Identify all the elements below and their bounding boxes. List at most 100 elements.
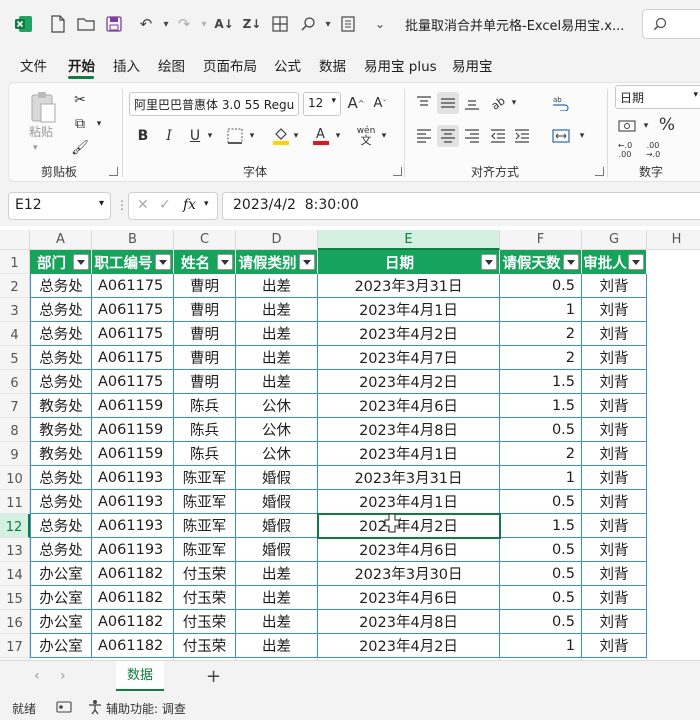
filter-dropdown-icon[interactable] bbox=[563, 254, 579, 270]
merge-center-icon[interactable] bbox=[549, 125, 573, 147]
row-header[interactable]: 15 bbox=[0, 586, 30, 610]
copy-icon[interactable]: ⧉ bbox=[69, 113, 91, 135]
column-header-g[interactable]: G bbox=[582, 230, 647, 250]
header-cell[interactable]: 请假类别 bbox=[236, 250, 318, 274]
table-cell[interactable]: 出差 bbox=[236, 346, 318, 370]
font-color-icon[interactable]: A bbox=[311, 123, 331, 147]
filter-dropdown-icon[interactable] bbox=[217, 254, 233, 270]
tab-insert[interactable]: 插入 bbox=[113, 55, 140, 75]
table-cell[interactable]: 2023年3月31日 bbox=[318, 466, 500, 490]
save-icon[interactable] bbox=[102, 12, 126, 36]
table-cell[interactable]: 刘背 bbox=[582, 322, 647, 346]
tab-page-layout[interactable]: 页面布局 bbox=[203, 55, 257, 75]
table-cell[interactable]: 刘背 bbox=[582, 370, 647, 394]
table-cell[interactable]: 付玉荣 bbox=[174, 610, 236, 634]
paste-icon[interactable] bbox=[23, 89, 63, 125]
table-cell[interactable]: 办公室 bbox=[30, 610, 92, 634]
row-header[interactable]: 17 bbox=[0, 634, 30, 658]
new-file-icon[interactable] bbox=[46, 12, 70, 36]
enter-icon[interactable]: ✓ bbox=[159, 197, 171, 213]
table-cell[interactable]: 陈兵 bbox=[174, 394, 236, 418]
table-cell[interactable]: 刘背 bbox=[582, 490, 647, 514]
row-header[interactable]: 2 bbox=[0, 274, 30, 298]
header-cell[interactable]: 姓名 bbox=[174, 250, 236, 274]
insert-function-icon[interactable]: fx bbox=[183, 197, 196, 213]
cancel-icon[interactable]: ✕ bbox=[137, 197, 149, 213]
underline-icon[interactable]: U bbox=[185, 125, 205, 147]
name-box-dropdown-icon[interactable]: ▾ bbox=[99, 198, 104, 209]
tab-data[interactable]: 数据 bbox=[319, 55, 346, 75]
table-cell[interactable]: 2023年4月1日 bbox=[318, 442, 500, 466]
increase-font-icon[interactable]: A ^ bbox=[347, 92, 365, 114]
table-cell[interactable]: 刘背 bbox=[582, 538, 647, 562]
sheet-tab-data[interactable]: 数据 bbox=[116, 661, 164, 691]
table-cell[interactable]: 刘背 bbox=[582, 298, 647, 322]
table-cell[interactable]: 办公室 bbox=[30, 562, 92, 586]
header-cell[interactable]: 部门 bbox=[30, 250, 92, 274]
table-cell[interactable]: 刘背 bbox=[582, 394, 647, 418]
table-cell[interactable]: 出差 bbox=[236, 298, 318, 322]
table-cell[interactable]: 公休 bbox=[236, 394, 318, 418]
select-all-corner[interactable] bbox=[0, 230, 30, 250]
wrap-text-icon[interactable]: ab bbox=[549, 92, 573, 114]
table-cell[interactable]: 陈兵 bbox=[174, 442, 236, 466]
table-cell[interactable]: 付玉荣 bbox=[174, 562, 236, 586]
fx-dropdown-icon[interactable]: ▾ bbox=[204, 199, 209, 209]
table-cell[interactable]: 2023年4月8日 bbox=[318, 610, 500, 634]
table-cell[interactable]: 婚假 bbox=[236, 514, 318, 538]
table-cell[interactable]: 陈兵 bbox=[174, 418, 236, 442]
table-cell[interactable]: 婚假 bbox=[236, 538, 318, 562]
table-cell[interactable]: A061182 bbox=[92, 634, 174, 658]
increase-decimal-icon[interactable]: ←.0.00 bbox=[613, 139, 637, 161]
italic-icon[interactable]: I bbox=[159, 125, 179, 147]
tab-file[interactable]: 文件 bbox=[20, 55, 47, 75]
row-header[interactable]: 8 bbox=[0, 418, 30, 442]
header-cell[interactable]: 请假天数 bbox=[500, 250, 582, 274]
alignment-launcher-icon[interactable] bbox=[595, 167, 604, 176]
orientation-dropdown-icon[interactable]: ▾ bbox=[509, 92, 519, 114]
table-cell[interactable]: 2023年4月6日 bbox=[318, 586, 500, 610]
table-cell[interactable]: A061182 bbox=[92, 586, 174, 610]
table-cell[interactable]: 公休 bbox=[236, 442, 318, 466]
table-cell[interactable]: 陈亚军 bbox=[174, 490, 236, 514]
table-cell[interactable]: 0.5 bbox=[500, 586, 582, 610]
table-cell[interactable]: 教务处 bbox=[30, 442, 92, 466]
header-cell[interactable]: 职工编号 bbox=[92, 250, 174, 274]
search-box[interactable] bbox=[642, 9, 700, 39]
filter-dropdown-icon[interactable] bbox=[73, 254, 89, 270]
paste-dropdown-icon[interactable]: ▾ bbox=[33, 143, 38, 153]
table-cell[interactable]: 出差 bbox=[236, 274, 318, 298]
row-header[interactable]: 5 bbox=[0, 346, 30, 370]
table-cell[interactable]: 总务处 bbox=[30, 538, 92, 562]
filter-dropdown-icon[interactable] bbox=[155, 254, 171, 270]
formula-input[interactable]: 2023/4/2 8:30:00 bbox=[222, 192, 700, 220]
tab-yiyongbao-plus[interactable]: 易用宝 plus bbox=[364, 55, 437, 75]
bold-icon[interactable]: B bbox=[133, 125, 153, 147]
row-header[interactable]: 7 bbox=[0, 394, 30, 418]
table-cell[interactable]: 刘背 bbox=[582, 346, 647, 370]
sort-descending-icon[interactable]: Z↓ bbox=[240, 12, 264, 36]
table-cell[interactable]: A061175 bbox=[92, 322, 174, 346]
table-cell[interactable]: 刘背 bbox=[582, 418, 647, 442]
table-cell[interactable]: 2023年4月8日 bbox=[318, 418, 500, 442]
row-header[interactable]: 11 bbox=[0, 490, 30, 514]
table-cell[interactable]: 出差 bbox=[236, 370, 318, 394]
row-header[interactable]: 3 bbox=[0, 298, 30, 322]
more-icon[interactable]: ⋮ bbox=[116, 198, 128, 212]
table-cell[interactable]: A061182 bbox=[92, 562, 174, 586]
cut-icon[interactable]: ✂ bbox=[69, 89, 91, 111]
table-cell[interactable]: 出差 bbox=[236, 586, 318, 610]
align-right-icon[interactable] bbox=[461, 125, 483, 147]
add-sheet-icon[interactable]: + bbox=[206, 666, 221, 687]
sort-ascending-icon[interactable]: A↓ bbox=[212, 12, 236, 36]
font-launcher-icon[interactable] bbox=[393, 167, 402, 176]
tab-home[interactable]: 开始 bbox=[68, 55, 95, 75]
tab-formulas[interactable]: 公式 bbox=[274, 55, 301, 75]
table-cell[interactable]: A061193 bbox=[92, 466, 174, 490]
table-cell[interactable]: 0.5 bbox=[500, 274, 582, 298]
table-cell[interactable]: 总务处 bbox=[30, 274, 92, 298]
table-cell[interactable]: A061175 bbox=[92, 370, 174, 394]
table-cell[interactable]: A061193 bbox=[92, 490, 174, 514]
table-cell[interactable]: A061175 bbox=[92, 298, 174, 322]
table-cell[interactable]: 1 bbox=[500, 634, 582, 658]
